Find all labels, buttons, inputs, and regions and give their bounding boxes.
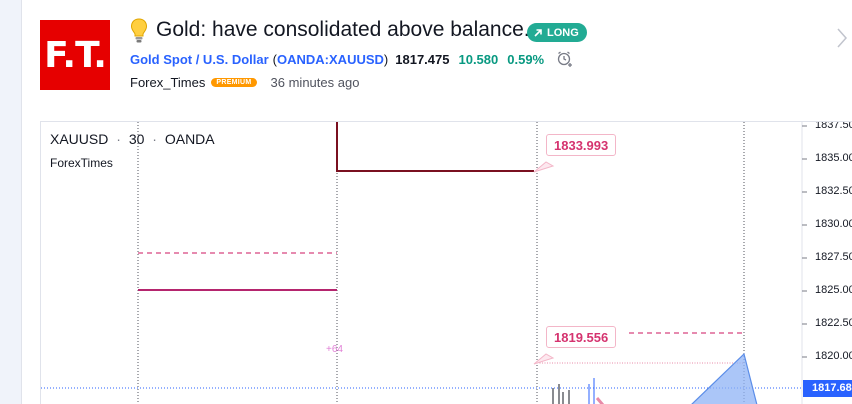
price-axis-ticks: [802, 125, 807, 358]
axis-label-2: 1835.00: [815, 152, 852, 164]
indicator-legend[interactable]: ForexTimes: [50, 156, 113, 170]
author-name[interactable]: Forex_Times: [130, 75, 205, 90]
pattern-triangle: [691, 352, 758, 404]
resistance-level-line: [336, 122, 534, 172]
add-alert-icon[interactable]: [556, 50, 574, 68]
candles: [552, 384, 570, 404]
symbol-name-link[interactable]: Gold Spot / U.S. Dollar: [130, 52, 269, 67]
axis-label-7: 1822.50: [815, 317, 852, 329]
left-side-strip: [0, 0, 22, 404]
pattern-leg-pink: [595, 397, 605, 404]
publish-time: 36 minutes ago: [270, 74, 360, 90]
axis-label-8: 1820.00: [815, 350, 852, 362]
current-price-label: 1817.68: [803, 380, 852, 397]
author-row: Forex_Times PREMIUM 36 minutes ago: [130, 74, 359, 90]
idea-header: F.T. Gold: have consolidated above balan…: [22, 0, 852, 121]
legend-separator-2: ·: [152, 131, 157, 147]
author-logo[interactable]: F.T.: [40, 20, 110, 90]
axis-label-6: 1825.00: [815, 284, 852, 296]
symbol-close-paren: ): [383, 51, 389, 67]
chart-symbol-legend[interactable]: XAUUSD · 30 · OANDA: [50, 131, 215, 147]
chart-area[interactable]: XAUUSD · 30 · OANDA ForexTimes 1837.50 1…: [40, 121, 852, 404]
axis-label-3: 1832.50: [815, 185, 852, 197]
last-price: 1817.475: [395, 51, 450, 67]
chart-canvas: [41, 122, 807, 404]
session-separators: [137, 122, 745, 404]
logo-text: F.T.: [44, 34, 107, 76]
long-badge: LONG: [527, 23, 587, 42]
price-change-percent: 0.59%: [507, 51, 545, 67]
long-badge-label: LONG: [547, 26, 579, 39]
chevron-right-icon[interactable]: [836, 26, 848, 50]
premium-badge: PREMIUM: [211, 77, 257, 87]
legend-separator-1: ·: [116, 131, 121, 147]
chart-exchange: OANDA: [164, 131, 215, 147]
axis-label-1: 1837.50: [815, 121, 852, 131]
candles-blue: [588, 378, 595, 404]
price-callout-2[interactable]: 1819.556: [546, 326, 617, 348]
arrow-up-right-icon: [534, 28, 542, 37]
idea-title[interactable]: Gold: have consolidated above balance.: [156, 18, 530, 42]
plus-label: +64: [326, 344, 343, 355]
price-change: 10.580: [458, 51, 499, 67]
symbol-row: Gold Spot / U.S. Dollar ( OANDA:XAUUSD )…: [130, 50, 574, 68]
symbol-ticker-link[interactable]: OANDA:XAUUSD: [277, 52, 384, 67]
chart-symbol: XAUUSD: [50, 131, 109, 147]
axis-label-5: 1827.50: [815, 251, 852, 263]
axis-label-4: 1830.00: [815, 218, 852, 230]
lightbulb-icon: [130, 18, 148, 43]
price-callout-1[interactable]: 1833.993: [546, 134, 617, 156]
chart-interval: 30: [128, 131, 145, 147]
